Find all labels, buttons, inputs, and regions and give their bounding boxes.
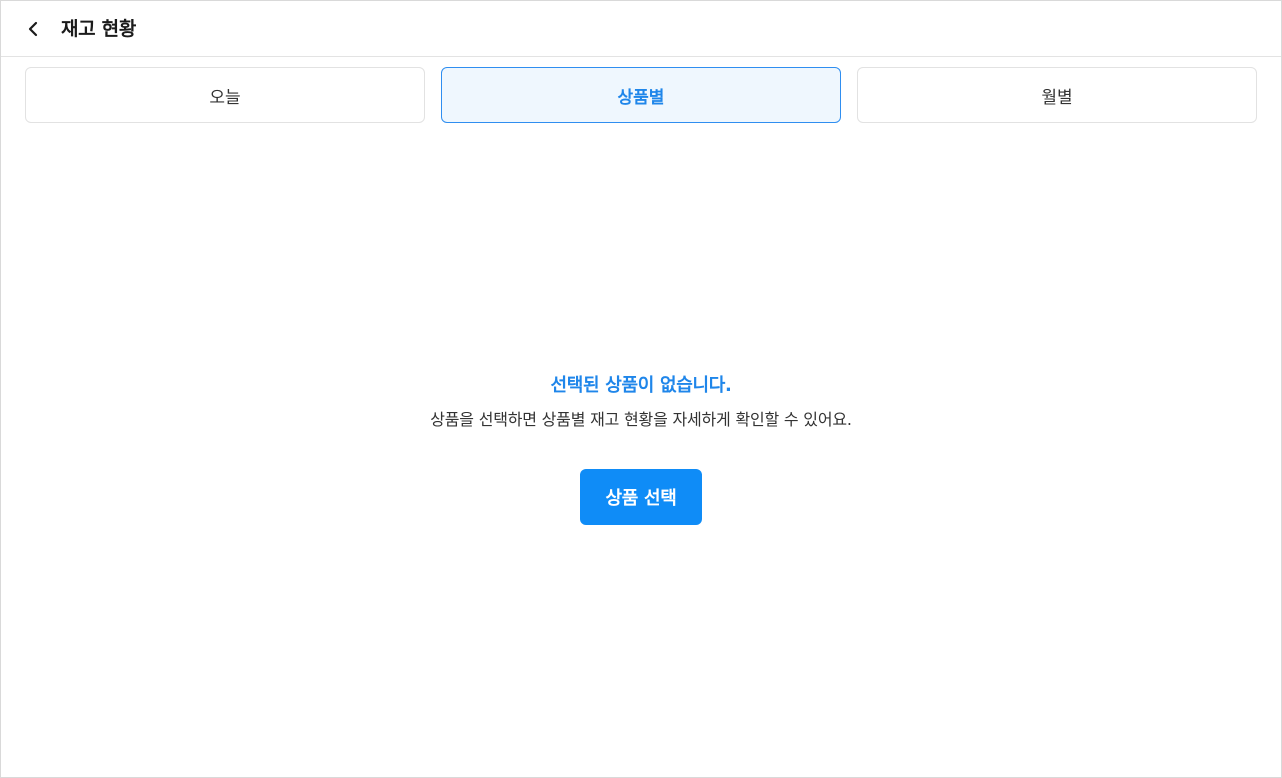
back-button[interactable] [15, 13, 51, 45]
empty-state: 선택된 상품이 없습니다. 상품을 선택하면 상품별 재고 현황을 자세하게 확… [1, 371, 1281, 432]
chevron-left-icon [28, 21, 38, 37]
header-bar: 재고 현황 [1, 1, 1281, 57]
view-tabs: 오늘 상품별 월별 [25, 67, 1257, 123]
empty-state-description: 상품을 선택하면 상품별 재고 현황을 자세하게 확인할 수 있어요. [430, 410, 852, 429]
tab-monthly[interactable]: 월별 [857, 67, 1257, 123]
tab-today[interactable]: 오늘 [25, 67, 425, 123]
empty-state-title: 선택된 상품이 없습니다. [550, 375, 732, 396]
app-window: 재고 현황 오늘 상품별 월별 선택된 상품이 없습니다. 상품을 선택하면 상… [0, 0, 1282, 778]
tab-by-product[interactable]: 상품별 [441, 67, 841, 123]
page-title: 재고 현황 [61, 18, 137, 40]
select-product-button[interactable]: 상품 선택 [580, 469, 702, 525]
